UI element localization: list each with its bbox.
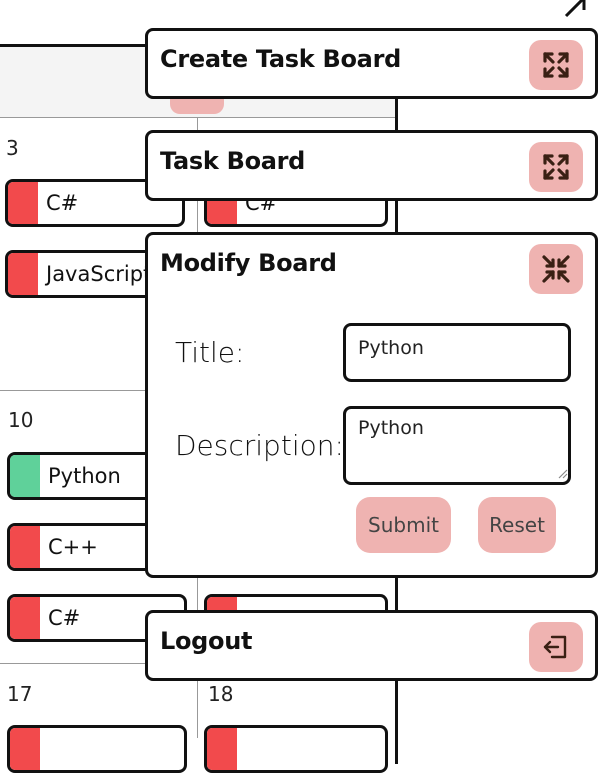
task-label: JavaScript [46, 262, 152, 286]
day-number: 10 [8, 408, 34, 432]
resize-handle-icon[interactable] [556, 467, 568, 479]
description-label: Description: [175, 429, 344, 462]
task-label: C++ [48, 535, 98, 559]
task-label: C# [48, 606, 81, 630]
task-color-bar [207, 728, 237, 770]
expand-icon [543, 52, 569, 78]
modify-board-panel: Modify Board Title: Python Description: … [145, 232, 598, 578]
panel-title: Create Task Board [160, 45, 401, 73]
day-number: 18 [208, 682, 234, 706]
reset-button[interactable]: Reset [478, 497, 556, 553]
panel-title: Logout [160, 627, 253, 655]
logout-icon [543, 635, 567, 659]
task-label: Python [48, 464, 121, 488]
collapse-arrow-icon[interactable] [562, 0, 592, 18]
task-label: C# [46, 191, 79, 215]
day-number: 3 [6, 136, 19, 160]
task-color-bar [8, 253, 38, 295]
logout-button[interactable] [529, 622, 583, 672]
title-input[interactable]: Python [343, 323, 571, 382]
title-label: Title: [175, 336, 245, 369]
task-card[interactable] [204, 725, 388, 773]
task-color-bar [8, 182, 38, 224]
task-color-bar [10, 728, 40, 770]
collapse-button[interactable] [529, 244, 583, 294]
task-color-bar [10, 597, 40, 639]
logout-panel: Logout [145, 610, 598, 681]
task-color-bar [10, 526, 40, 568]
task-card[interactable] [7, 725, 187, 773]
panel-title: Task Board [160, 147, 306, 175]
expand-button[interactable] [529, 40, 583, 90]
expand-button[interactable] [529, 142, 583, 192]
day-number: 17 [7, 682, 33, 706]
task-color-bar [10, 455, 40, 497]
collapse-icon [542, 255, 570, 283]
panel-title: Modify Board [160, 249, 337, 277]
expand-icon [543, 154, 569, 180]
submit-button[interactable]: Submit [356, 497, 451, 553]
create-task-board-panel: Create Task Board [145, 28, 598, 99]
description-textarea[interactable]: Python [343, 406, 571, 485]
task-board-panel: Task Board [145, 130, 598, 201]
